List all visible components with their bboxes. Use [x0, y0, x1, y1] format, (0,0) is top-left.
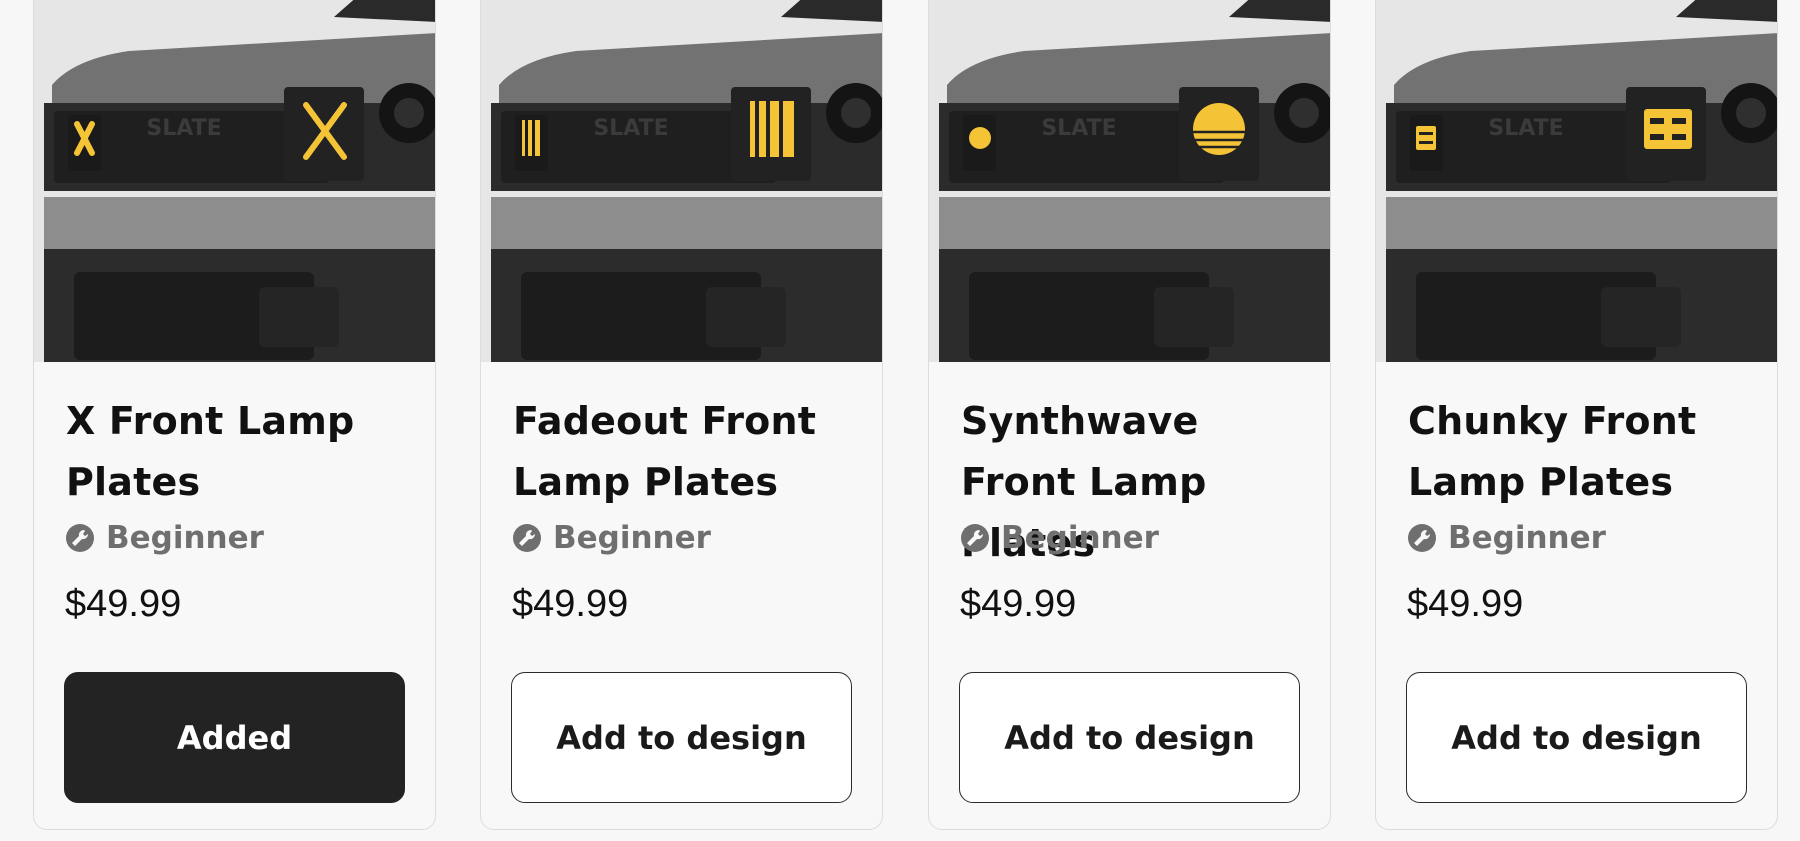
product-image: SLATE — [1376, 0, 1777, 362]
product-title: Chunky Front Lamp Plates — [1408, 399, 1697, 504]
skill-level: Beginner — [1407, 520, 1606, 556]
product-card[interactable]: SLATE Synthwave Front Lamp Plates Beginn… — [928, 0, 1331, 830]
added-button[interactable]: Added — [64, 672, 405, 803]
product-card[interactable]: SLATE X Front Lamp Plates Beginner $49.9… — [33, 0, 436, 830]
add-to-design-button[interactable]: Add to design — [959, 672, 1300, 803]
skill-level: Beginner — [960, 520, 1159, 556]
wrench-icon — [1408, 524, 1436, 552]
wrench-icon — [66, 524, 94, 552]
skill-level-label: Beginner — [553, 520, 711, 556]
product-image: SLATE — [929, 0, 1330, 362]
skill-level-label: Beginner — [106, 520, 264, 556]
product-price: $49.99 — [960, 583, 1077, 625]
wrench-icon — [513, 524, 541, 552]
skill-level-label: Beginner — [1448, 520, 1606, 556]
product-price: $49.99 — [512, 583, 629, 625]
product-title: Fadeout Front Lamp Plates — [513, 399, 817, 504]
product-card[interactable]: SLATE Chunky Front Lamp Plates Beginner … — [1375, 0, 1778, 830]
skill-level-label: Beginner — [1001, 520, 1159, 556]
product-price: $49.99 — [1407, 583, 1524, 625]
product-image: SLATE — [481, 0, 882, 362]
brand-text: SLATE — [1041, 116, 1116, 141]
brand-text: SLATE — [146, 116, 221, 141]
skill-level: Beginner — [512, 520, 711, 556]
product-card[interactable]: SLATE Fadeout Front Lamp Plates Beginner — [480, 0, 883, 830]
wrench-icon — [961, 524, 989, 552]
brand-text: SLATE — [1488, 116, 1563, 141]
product-title: X Front Lamp Plates — [66, 399, 355, 504]
skill-level: Beginner — [65, 520, 264, 556]
product-price: $49.99 — [65, 583, 182, 625]
brand-text: SLATE — [593, 116, 668, 141]
product-image: SLATE — [34, 0, 435, 362]
product-grid: SLATE X Front Lamp Plates Beginner $49.9… — [0, 0, 1800, 841]
add-to-design-button[interactable]: Add to design — [1406, 672, 1747, 803]
add-to-design-button[interactable]: Add to design — [511, 672, 852, 803]
